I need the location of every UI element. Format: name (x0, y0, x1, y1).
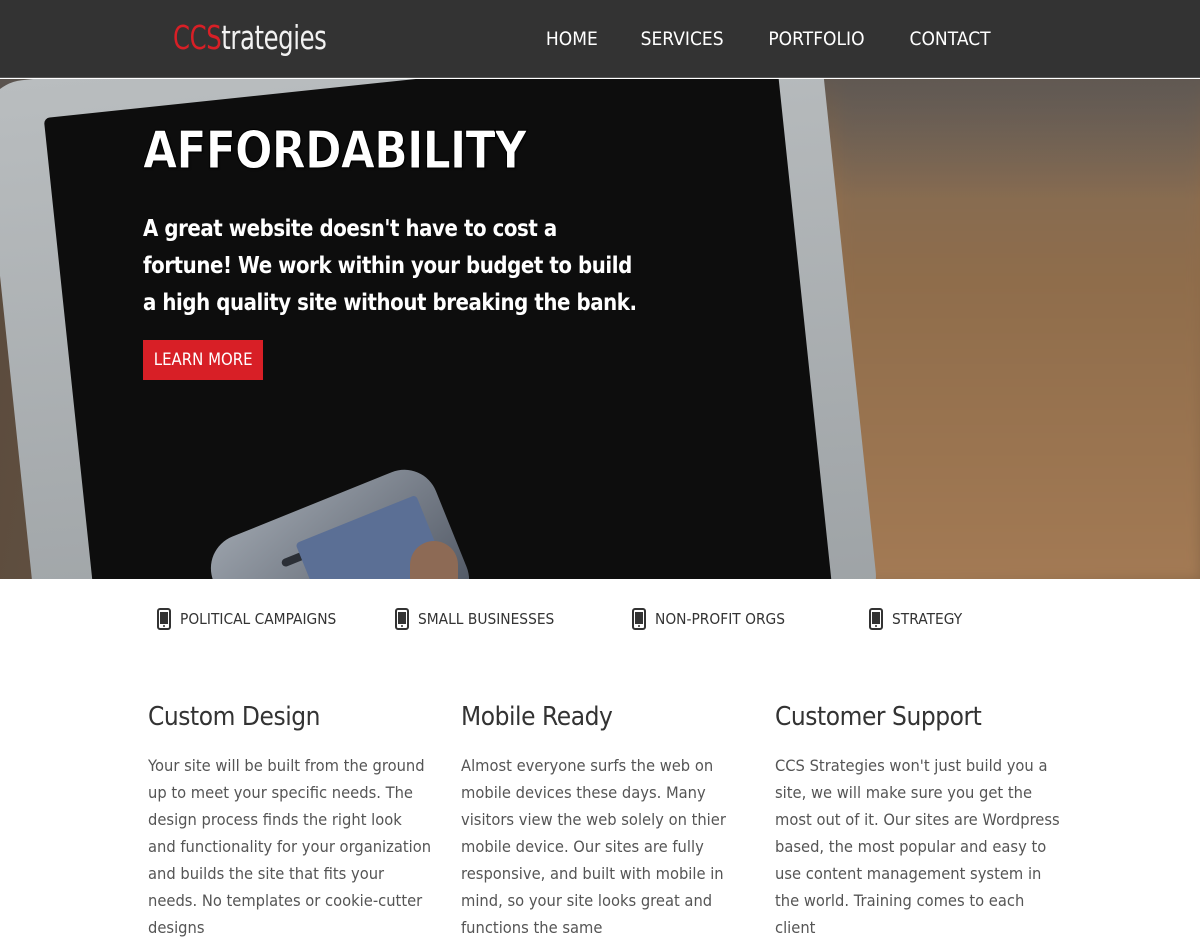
feature-title: Mobile Ready (461, 702, 613, 732)
nav-services[interactable]: SERVICES (640, 26, 723, 52)
feature-mobile-ready: Mobile Ready Almost everyone surfs the w… (461, 700, 751, 941)
feature-text: Almost everyone surfs the web on mobile … (461, 756, 726, 937)
hero-title: AFFORDABILITY (143, 121, 528, 182)
category-non-profit-orgs[interactable]: NON-PROFIT ORGS (632, 608, 796, 630)
hero-text: A great website doesn't have to cost a f… (143, 216, 637, 316)
feature-title: Custom Design (148, 702, 321, 732)
main-nav: HOME SERVICES PORTFOLIO CONTACT (543, 26, 995, 52)
feature-custom-design: Custom Design Your site will be built fr… (148, 700, 438, 941)
category-label: POLITICAL CAMPAIGNS (180, 610, 337, 628)
logo-text-red: CCS (173, 18, 222, 57)
category-small-businesses[interactable]: SMALL BUSINESSES (395, 608, 566, 630)
feature-title: Customer Support (775, 702, 982, 732)
hero-content: AFFORDABILITY A great website doesn't ha… (143, 121, 663, 380)
learn-more-button[interactable]: LEARN MORE (143, 340, 263, 380)
logo-text-white: trategies (221, 18, 327, 57)
mobile-phone-icon (395, 608, 409, 630)
site-logo[interactable]: CCStrategies (173, 16, 327, 60)
feature-text: Your site will be built from the ground … (148, 756, 432, 937)
category-political-campaigns[interactable]: POLITICAL CAMPAIGNS (157, 608, 350, 630)
mobile-phone-icon (632, 608, 646, 630)
features-section: Custom Design Your site will be built fr… (0, 660, 1200, 937)
nav-portfolio[interactable]: PORTFOLIO (768, 26, 864, 52)
hero-banner: AFFORDABILITY A great website doesn't ha… (0, 79, 1200, 579)
learn-more-label: LEARN MORE (153, 350, 253, 370)
category-strategy[interactable]: STRATEGY (869, 608, 968, 630)
category-label: SMALL BUSINESSES (418, 610, 555, 628)
category-strip: POLITICAL CAMPAIGNS SMALL BUSINESSES NON… (0, 579, 1200, 659)
mobile-phone-icon (869, 608, 883, 630)
nav-home[interactable]: HOME (546, 26, 598, 52)
mobile-phone-icon (157, 608, 171, 630)
nav-contact[interactable]: CONTACT (909, 26, 990, 52)
feature-text: CCS Strategies won't just build you a si… (775, 756, 1060, 937)
category-label: NON-PROFIT ORGS (655, 610, 785, 628)
site-header: CCStrategies HOME SERVICES PORTFOLIO CON… (0, 0, 1200, 78)
feature-customer-support: Customer Support CCS Strategies won't ju… (775, 700, 1065, 941)
category-label: STRATEGY (892, 610, 963, 628)
